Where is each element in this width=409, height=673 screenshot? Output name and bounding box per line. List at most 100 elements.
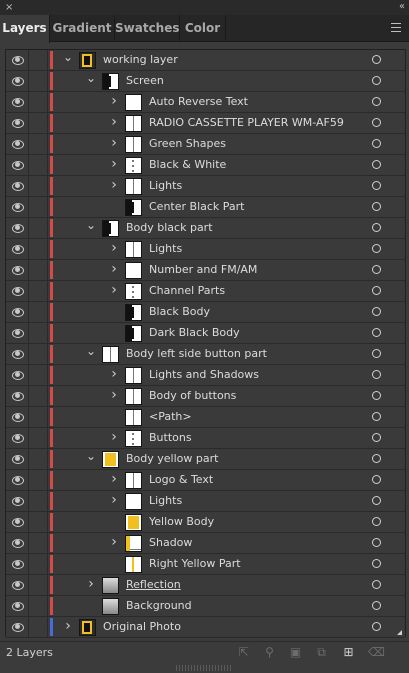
- tab-gradient[interactable]: Gradient: [50, 15, 115, 42]
- chevron-right-icon[interactable]: ›: [108, 491, 120, 511]
- chevron-right-icon[interactable]: ›: [108, 176, 120, 196]
- chevron-right-icon[interactable]: ›: [108, 281, 120, 301]
- layer-row-channel-parts[interactable]: › Channel Parts: [6, 281, 405, 302]
- delete-icon[interactable]: ⌫: [368, 646, 385, 659]
- visibility-eye-icon[interactable]: [6, 428, 28, 448]
- visibility-eye-icon[interactable]: [6, 50, 28, 70]
- layer-row-lights[interactable]: › Lights: [6, 491, 405, 512]
- layer-row-right-yellow-part[interactable]: Right Yellow Part: [6, 554, 405, 575]
- layer-name[interactable]: working layer: [103, 50, 178, 70]
- layer-name[interactable]: Lights: [149, 176, 182, 196]
- visibility-eye-icon[interactable]: [6, 197, 28, 217]
- target-circle-icon[interactable]: [372, 517, 381, 526]
- target-circle-icon[interactable]: [372, 475, 381, 484]
- lock-toggle[interactable]: [28, 365, 48, 385]
- layer-name[interactable]: Screen: [126, 71, 164, 91]
- chevron-right-icon[interactable]: ›: [108, 365, 120, 385]
- layer-name[interactable]: Lights and Shadows: [149, 365, 259, 385]
- lock-toggle[interactable]: [28, 239, 48, 259]
- lock-toggle[interactable]: [28, 470, 48, 490]
- target-circle-icon[interactable]: [372, 328, 381, 337]
- lock-toggle[interactable]: [28, 92, 48, 112]
- lock-toggle[interactable]: [28, 596, 48, 616]
- layer-name[interactable]: Lights: [149, 239, 182, 259]
- target-circle-icon[interactable]: [372, 244, 381, 253]
- layer-row-auto-reverse-text[interactable]: › Auto Reverse Text: [6, 92, 405, 113]
- layer-row-logo-text[interactable]: › Logo & Text: [6, 470, 405, 491]
- layer-name[interactable]: RADIO CASSETTE PLAYER WM-AF59: [149, 113, 344, 133]
- layer-name[interactable]: <Path>: [149, 407, 192, 427]
- layer-row-lights[interactable]: › Lights: [6, 239, 405, 260]
- layer-row-body-left-side-button-part[interactable]: ⌄ Body left side button part: [6, 344, 405, 365]
- layer-name[interactable]: Number and FM/AM: [149, 260, 257, 280]
- new-sublayer-icon[interactable]: ⧉: [315, 646, 328, 659]
- layer-name[interactable]: Logo & Text: [149, 470, 213, 490]
- tab-color[interactable]: Color: [180, 15, 226, 42]
- layer-name[interactable]: Channel Parts: [149, 281, 225, 301]
- visibility-eye-icon[interactable]: [6, 617, 28, 637]
- lock-toggle[interactable]: [28, 407, 48, 427]
- collapse-icon[interactable]: ‹‹: [399, 0, 405, 14]
- layer-row-background[interactable]: Background: [6, 596, 405, 617]
- chevron-right-icon[interactable]: ›: [108, 533, 120, 553]
- target-circle-icon[interactable]: [372, 307, 381, 316]
- layer-row-path[interactable]: <Path>: [6, 407, 405, 428]
- layers-list[interactable]: ⌄ working layer ⌄ Screen › Auto Reverse Text ›…: [5, 49, 406, 638]
- target-circle-icon[interactable]: [372, 496, 381, 505]
- target-circle-icon[interactable]: [372, 97, 381, 106]
- visibility-eye-icon[interactable]: [6, 323, 28, 343]
- lock-toggle[interactable]: [28, 533, 48, 553]
- target-circle-icon[interactable]: [372, 223, 381, 232]
- visibility-eye-icon[interactable]: [6, 302, 28, 322]
- visibility-eye-icon[interactable]: [6, 218, 28, 238]
- lock-toggle[interactable]: [28, 134, 48, 154]
- visibility-eye-icon[interactable]: [6, 386, 28, 406]
- layer-name[interactable]: Black & White: [149, 155, 226, 175]
- layer-row-number-and-fm-am[interactable]: › Number and FM/AM: [6, 260, 405, 281]
- target-circle-icon[interactable]: [372, 622, 381, 631]
- visibility-eye-icon[interactable]: [6, 365, 28, 385]
- layer-row-black-body[interactable]: Black Body: [6, 302, 405, 323]
- clipping-mask-icon[interactable]: ▣: [289, 646, 302, 659]
- lock-toggle[interactable]: [28, 491, 48, 511]
- close-icon[interactable]: ×: [5, 1, 13, 14]
- layer-row-shadow[interactable]: › Shadow: [6, 533, 405, 554]
- layer-name[interactable]: Green Shapes: [149, 134, 226, 154]
- lock-toggle[interactable]: [28, 554, 48, 574]
- locate-object-icon[interactable]: ⚲: [263, 646, 276, 659]
- resize-grip[interactable]: [176, 665, 232, 671]
- visibility-eye-icon[interactable]: [6, 407, 28, 427]
- target-circle-icon[interactable]: [372, 265, 381, 274]
- visibility-eye-icon[interactable]: [6, 449, 28, 469]
- target-circle-icon[interactable]: [372, 580, 381, 589]
- layer-name[interactable]: Body yellow part: [126, 449, 218, 469]
- lock-toggle[interactable]: [28, 449, 48, 469]
- chevron-down-icon[interactable]: ⌄: [85, 71, 97, 91]
- layer-row-yellow-body[interactable]: Yellow Body: [6, 512, 405, 533]
- lock-toggle[interactable]: [28, 344, 48, 364]
- target-circle-icon[interactable]: [372, 55, 381, 64]
- visibility-eye-icon[interactable]: [6, 134, 28, 154]
- tab-swatches[interactable]: Swatches: [115, 15, 180, 42]
- layer-row-working-layer[interactable]: ⌄ working layer: [6, 50, 405, 71]
- lock-toggle[interactable]: [28, 218, 48, 238]
- target-circle-icon[interactable]: [372, 202, 381, 211]
- layer-row-reflection[interactable]: › Reflection: [6, 575, 405, 596]
- layer-name[interactable]: Auto Reverse Text: [149, 92, 248, 112]
- chevron-down-icon[interactable]: ⌄: [62, 50, 74, 70]
- layer-name[interactable]: Reflection: [126, 575, 181, 595]
- lock-toggle[interactable]: [28, 512, 48, 532]
- target-circle-icon[interactable]: [372, 538, 381, 547]
- chevron-down-icon[interactable]: ⌄: [85, 218, 97, 238]
- chevron-right-icon[interactable]: ›: [108, 428, 120, 448]
- layer-row-body-yellow-part[interactable]: ⌄ Body yellow part: [6, 449, 405, 470]
- layer-row-body-of-buttons[interactable]: › Body of buttons: [6, 386, 405, 407]
- lock-toggle[interactable]: [28, 323, 48, 343]
- new-layer-icon[interactable]: ⊞: [342, 646, 355, 659]
- visibility-eye-icon[interactable]: [6, 512, 28, 532]
- lock-toggle[interactable]: [28, 428, 48, 448]
- target-circle-icon[interactable]: [372, 454, 381, 463]
- layer-name[interactable]: Right Yellow Part: [149, 554, 241, 574]
- layer-name[interactable]: Body black part: [126, 218, 213, 238]
- panel-menu-icon[interactable]: [391, 23, 401, 32]
